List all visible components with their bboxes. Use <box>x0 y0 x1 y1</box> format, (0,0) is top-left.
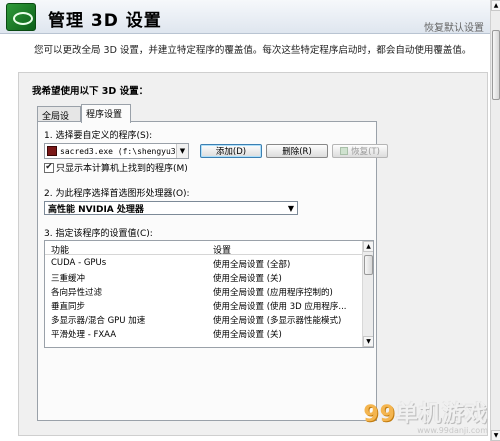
settings-table: 功能 设置 CUDA - GPUs 使用全局设置 (全部) 三重缓冲 使用全局设… <box>44 240 374 348</box>
chevron-down-icon[interactable]: ▼ <box>176 144 188 158</box>
settings-panel: 我希望使用以下 3D 设置： 全局设置 程序设置 1. 选择要自定义的程序(S)… <box>18 72 488 436</box>
scroll-down-icon[interactable]: ▼ <box>363 336 373 347</box>
step3-label: 3. 指定该程序的设置值(C): <box>44 229 153 239</box>
show-only-found-row[interactable]: ✔ 只显示本计算机上找到的程序(M) <box>44 161 188 174</box>
tab-global-settings[interactable]: 全局设置 <box>37 106 81 135</box>
add-program-button[interactable]: 添加(D) <box>200 144 262 158</box>
program-select[interactable]: sacred3.exe (f:\shengyu3... ▼ <box>44 143 189 159</box>
program-select-value: sacred3.exe (f:\shengyu3... <box>60 146 176 156</box>
show-only-found-checkbox[interactable]: ✔ <box>44 162 54 173</box>
restore-defaults-link[interactable]: 恢复默认设置 <box>424 19 484 34</box>
row-setting: 使用全局设置 (全部) <box>213 260 291 270</box>
page-description: 您可以更改全局 3D 设置，并建立特定程序的覆盖值。每次这些特定程序启动时，都会… <box>34 45 472 56</box>
row-feature: 垂直同步 <box>51 302 86 312</box>
table-row[interactable]: 平滑处理 - FXAA 使用全局设置 (关) <box>45 327 363 340</box>
scroll-up-icon[interactable]: ▲ <box>363 241 373 252</box>
row-feature: 多显示器/混合 GPU 加速 <box>51 316 146 326</box>
program-app-icon <box>47 146 57 156</box>
row-feature: CUDA - GPUs <box>51 258 107 268</box>
delete-program-button[interactable]: 删除(R) <box>266 144 328 158</box>
row-setting: 使用全局设置 (多显示器性能模式) <box>213 316 342 326</box>
step1-label: 1. 选择要自定义的程序(S): <box>44 131 153 141</box>
show-only-found-label: 只显示本计算机上找到的程序(M) <box>56 164 188 174</box>
chevron-down-icon[interactable]: ▼ <box>285 204 297 213</box>
restore-button-label: 恢复(T) <box>351 147 380 157</box>
page-title: 管理 3D 设置 <box>48 11 162 31</box>
row-feature: 三重缓冲 <box>51 274 86 284</box>
preferred-gpu-value: 高性能 NVIDIA 处理器 <box>48 204 144 215</box>
scroll-down-icon[interactable]: ▼ <box>491 430 500 441</box>
column-header-setting[interactable]: 设置 <box>213 243 231 256</box>
restore-icon <box>340 147 349 155</box>
row-setting: 使用全局设置 (使用 3D 应用程序... <box>213 302 347 312</box>
tab-program-settings[interactable]: 程序设置 <box>81 104 131 123</box>
table-row[interactable]: 多显示器/混合 GPU 加速 使用全局设置 (多显示器性能模式) <box>45 313 363 326</box>
row-setting: 使用全局设置 (应用程序控制的) <box>213 288 333 298</box>
preferred-gpu-select[interactable]: 高性能 NVIDIA 处理器 ▼ <box>44 201 298 215</box>
row-setting: 使用全局设置 (关) <box>213 274 282 284</box>
table-row[interactable]: 垂直同步 使用全局设置 (使用 3D 应用程序... <box>45 299 363 312</box>
page-scrollbar-thumb[interactable] <box>492 30 500 100</box>
step2-label: 2. 为此程序选择首选图形处理器(O): <box>44 189 190 199</box>
row-setting: 使用全局设置 (关) <box>213 330 282 340</box>
program-settings-tab-body: 1. 选择要自定义的程序(S): sacred3.exe (f:\shengyu… <box>37 121 388 421</box>
row-feature: 各向异性过滤 <box>51 288 103 298</box>
page-scrollbar[interactable]: ▲ ▼ <box>490 0 500 441</box>
table-row[interactable]: 各向异性过滤 使用全局设置 (应用程序控制的) <box>45 285 363 298</box>
nvidia-control-panel-page: 管理 3D 设置 恢复默认设置 您可以更改全局 3D 设置，并建立特定程序的覆盖… <box>0 0 500 441</box>
row-feature: 平滑处理 - FXAA <box>51 330 117 340</box>
table-row[interactable]: 三重缓冲 使用全局设置 (关) <box>45 271 363 284</box>
restore-program-button[interactable]: 恢复(T) <box>332 144 388 158</box>
table-row[interactable]: CUDA - GPUs 使用全局设置 (全部) <box>45 257 363 270</box>
table-scrollbar-thumb[interactable] <box>364 255 373 275</box>
table-header: 功能 设置 <box>45 241 363 256</box>
scroll-up-icon[interactable]: ▲ <box>491 0 500 11</box>
column-header-feature[interactable]: 功能 <box>51 243 69 256</box>
table-scrollbar[interactable]: ▲ ▼ <box>362 241 373 347</box>
section-title: 我希望使用以下 3D 设置： <box>32 86 149 97</box>
page-header: 管理 3D 设置 恢复默认设置 <box>0 0 490 34</box>
nvidia-3d-settings-icon <box>6 3 36 31</box>
